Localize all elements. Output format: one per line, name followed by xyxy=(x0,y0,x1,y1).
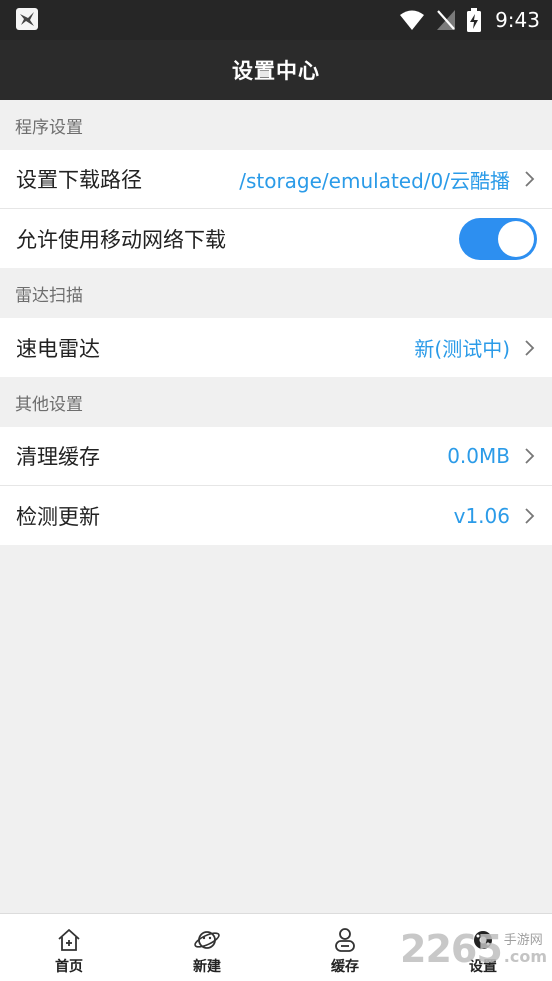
gear-icon xyxy=(474,931,492,949)
radar-value: 新(测试中) xyxy=(414,337,510,361)
mobile-network-download-toggle[interactable] xyxy=(459,217,537,260)
status-time: 9:43 xyxy=(495,8,540,32)
nav-label-settings: 设置 xyxy=(469,959,497,975)
title-bar: 设置中心 xyxy=(0,40,552,100)
planet-icon xyxy=(194,931,220,949)
clear-cache-row[interactable]: 清理缓存 0.0MB xyxy=(0,427,552,486)
status-icons: 9:43 xyxy=(399,6,540,34)
mobile-network-download-label: 允许使用移动网络下载 xyxy=(16,227,226,252)
settings-list: 程序设置 设置下载路径 /storage/emulated/0/云酷播 允许使用… xyxy=(0,100,552,545)
no-signal-icon xyxy=(435,8,457,32)
status-bar: 9:43 xyxy=(0,0,552,40)
version-value: v1.06 xyxy=(453,503,510,528)
battery-charging-icon xyxy=(467,8,482,32)
home-icon xyxy=(58,929,80,951)
radar-row[interactable]: 速电雷达 新(测试中) xyxy=(0,318,552,377)
section-header-other: 其他设置 xyxy=(0,377,552,427)
user-download-icon xyxy=(335,928,355,952)
clear-cache-label: 清理缓存 xyxy=(16,445,100,469)
nav-label-cache: 缓存 xyxy=(331,959,359,975)
nav-label-new: 新建 xyxy=(193,959,221,975)
nav-item-new[interactable]: 新建 xyxy=(138,914,276,981)
cache-size-value: 0.0MB xyxy=(447,444,510,468)
section-header-program: 程序设置 xyxy=(0,100,552,150)
wifi-icon xyxy=(399,9,425,31)
chevron-right-icon xyxy=(525,448,535,464)
section-header-radar: 雷达扫描 xyxy=(0,268,552,318)
toggle-knob xyxy=(498,220,534,257)
download-path-value: /storage/emulated/0/云酷播 xyxy=(239,168,510,193)
check-update-label: 检测更新 xyxy=(16,504,100,529)
nav-item-home[interactable]: 首页 xyxy=(0,914,138,981)
chevron-right-icon xyxy=(525,507,535,524)
chevron-right-icon xyxy=(525,339,535,356)
chevron-right-icon xyxy=(525,171,535,187)
mobile-network-download-row: 允许使用移动网络下载 xyxy=(0,209,552,268)
page-title: 设置中心 xyxy=(232,59,320,83)
radar-label: 速电雷达 xyxy=(16,336,100,361)
download-path-row[interactable]: 设置下载路径 /storage/emulated/0/云酷播 xyxy=(0,150,552,209)
nav-item-settings[interactable]: 设置 xyxy=(414,914,552,981)
nav-item-cache[interactable]: 缓存 xyxy=(276,914,414,981)
download-path-label: 设置下载路径 xyxy=(16,168,142,192)
settings-screen: 9:43 设置中心 程序设置 设置下载路径 /storage/emulated/… xyxy=(0,0,552,981)
nav-label-home: 首页 xyxy=(55,959,83,975)
app-notification-icon xyxy=(16,8,38,30)
check-update-row[interactable]: 检测更新 v1.06 xyxy=(0,486,552,545)
bottom-nav: 首页 新建 缓存 设置 xyxy=(0,913,552,981)
